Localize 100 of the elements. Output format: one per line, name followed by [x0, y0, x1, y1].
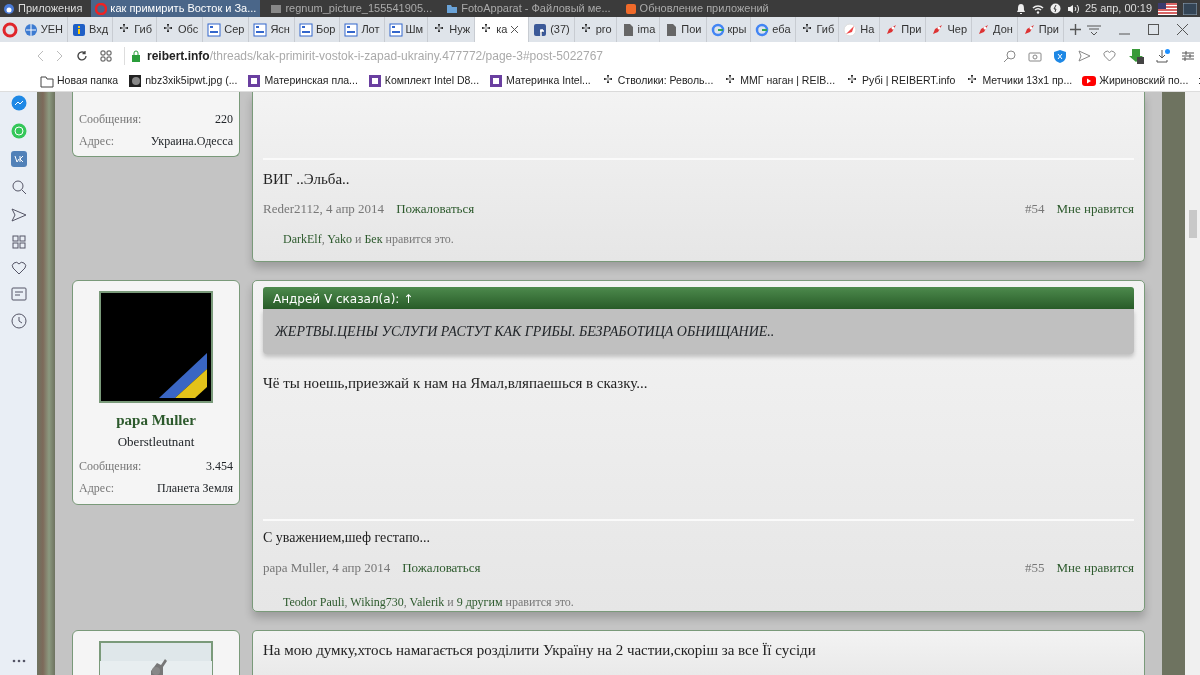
report-link[interactable]: Пожаловаться	[396, 198, 475, 218]
quote-text: ЖЕРТВЫ.ЦЕНЫ УСЛУГИ РАСТУТ КАК ГРИБЫ. БЕЗРАБОТИЦА ОБНИЩАНИЕ..	[263, 309, 1134, 354]
post-author[interactable]: papa Muller, 4 апр 2014	[263, 557, 391, 577]
rocket-icon	[976, 22, 991, 37]
site-icon	[388, 22, 403, 37]
message-text: На мою думку,хтось намагається розділити Україну на 2 частии,скоріш за все Її сусіди	[263, 641, 817, 660]
close-icon[interactable]	[510, 25, 520, 34]
bookmark[interactable]: Комплект Intel D8...	[367, 72, 480, 89]
heart-icon[interactable]	[1103, 50, 1116, 62]
send-icon[interactable]	[1078, 50, 1091, 62]
settings-icon[interactable]	[1182, 50, 1194, 62]
folder-icon	[446, 2, 459, 15]
post-author[interactable]: Reder2112, 4 апр 2014	[263, 198, 385, 218]
google-icon	[710, 22, 725, 37]
post-number[interactable]: #54	[1025, 198, 1045, 218]
user-title: Oberstleutnant	[117, 432, 195, 451]
bookmark[interactable]: ММГ наган | REIB...	[723, 72, 836, 89]
image-icon	[270, 2, 283, 15]
close-icon[interactable]	[1177, 24, 1188, 35]
tab-menu-icon[interactable]	[1087, 24, 1101, 35]
stat-value: Планета Земля	[157, 480, 233, 497]
square-icon	[489, 73, 504, 88]
send-icon[interactable]	[10, 207, 27, 223]
user-link[interactable]: DarkElf	[283, 232, 322, 246]
globe-icon	[23, 22, 38, 37]
like-link[interactable]: Мне нравится	[1056, 198, 1134, 218]
stat-value: 220	[215, 111, 233, 128]
user-name[interactable]: papa Muller	[116, 409, 196, 432]
zoom-icon[interactable]	[1003, 49, 1016, 63]
grid-icon[interactable]	[100, 50, 112, 62]
message-text: ВИГ ..Эльба..	[263, 158, 1134, 191]
new-tab-icon[interactable]	[1070, 24, 1081, 35]
facebook-icon	[533, 22, 548, 37]
bell-icon[interactable]	[1015, 3, 1026, 14]
post-number[interactable]: #55	[1025, 557, 1045, 577]
quote-header[interactable]: Андрей V сказал(а): ↑	[263, 287, 1134, 309]
message-text: Чё ты ноешь,приезжай к нам на Ямал,вляпаешься в сказку...	[263, 374, 649, 393]
taskbar-task[interactable]: FotoApparat - Файловый ме...	[442, 0, 615, 17]
more-icon[interactable]	[11, 658, 26, 663]
extension-icon[interactable]	[1128, 48, 1144, 64]
bookmark[interactable]: Рубі | REIBERT.info	[845, 72, 956, 89]
reload-icon[interactable]	[76, 50, 88, 62]
site-icon	[344, 22, 359, 37]
taskbar-task[interactable]: Обновление приложений	[620, 0, 773, 17]
wifi-icon[interactable]	[1031, 3, 1044, 14]
grid-icon[interactable]	[11, 235, 26, 249]
user-link[interactable]: 9 другим	[456, 595, 503, 609]
volume-icon[interactable]	[1066, 3, 1079, 14]
stat-label: Адрес:	[79, 133, 115, 150]
maximize-icon[interactable]	[1148, 24, 1159, 35]
likes-summary: DarkElf, Yako и Бек нравится это.	[283, 231, 455, 248]
address-field[interactable]: reibert.info/threads/kak-primirit-vostok-i-zapad-ukrainy.477772/page-3#post-5022767	[147, 47, 603, 65]
stat-value: 3.454	[206, 458, 233, 475]
flag-icon[interactable]	[1158, 2, 1177, 15]
user-link[interactable]: Бек	[364, 232, 383, 246]
image-icon	[128, 73, 143, 88]
shield-icon[interactable]	[1054, 49, 1066, 63]
browser-logo-icon[interactable]	[1, 21, 18, 38]
news-icon[interactable]	[10, 287, 27, 301]
likes-summary: Teodor Pauli, Wiking730, Valerik и 9 другим нравится это.	[283, 594, 575, 611]
power-icon[interactable]	[1049, 3, 1061, 14]
vk-icon[interactable]	[10, 151, 27, 167]
rocket-icon	[930, 22, 945, 37]
apps-menu[interactable]: Приложения	[0, 0, 86, 17]
bookmark[interactable]: nbz3xik5ipwt.jpg (...	[128, 72, 238, 89]
folder-icon	[40, 73, 54, 88]
scrollbar-thumb[interactable]	[1188, 210, 1197, 238]
history-icon[interactable]	[10, 313, 27, 329]
lock-icon	[131, 50, 141, 62]
square-icon	[247, 73, 262, 88]
whatsapp-icon[interactable]	[10, 123, 27, 139]
bookmark[interactable]: Стволики: Револь...	[600, 72, 714, 89]
report-link[interactable]: Пожаловаться	[402, 557, 481, 577]
bookmark[interactable]: Метчики 13x1 пр...	[965, 72, 1073, 89]
user-link[interactable]: Wiking730	[350, 595, 404, 609]
bookmark[interactable]: Материнка Intel...	[489, 72, 591, 89]
taskbar-task[interactable]: regnum_picture_155541905...	[266, 0, 437, 17]
clock[interactable]: 25 апр, 00:19	[1084, 0, 1152, 17]
user-link[interactable]: Yako	[327, 232, 352, 246]
desktop-icon[interactable]	[1183, 2, 1197, 15]
camera-icon[interactable]	[1028, 50, 1042, 62]
update-icon	[624, 2, 637, 15]
messenger-icon[interactable]	[10, 95, 27, 111]
bookmark[interactable]: Новая папка	[40, 72, 119, 89]
stat-label: Адрес:	[79, 480, 115, 497]
user-link[interactable]: Valerik	[409, 595, 445, 609]
google-icon	[755, 22, 770, 37]
page-icon	[664, 22, 679, 37]
like-link[interactable]: Мне нравится	[1056, 557, 1134, 577]
info-icon	[72, 22, 87, 37]
taskbar-task[interactable]: как примирить Восток и За...	[91, 0, 261, 17]
download-icon[interactable]	[1156, 49, 1170, 63]
bookmark[interactable]: Материнская пла...	[247, 72, 358, 89]
signature-text: С уважением,шеф гестапо...	[263, 518, 1134, 548]
browser-tab[interactable]: ка	[475, 17, 530, 42]
search-icon[interactable]	[10, 179, 27, 195]
site-icon	[253, 22, 268, 37]
bookmark[interactable]: Жириновский по...	[1082, 72, 1189, 89]
heart-icon[interactable]	[10, 261, 27, 275]
site-icon	[298, 22, 313, 37]
